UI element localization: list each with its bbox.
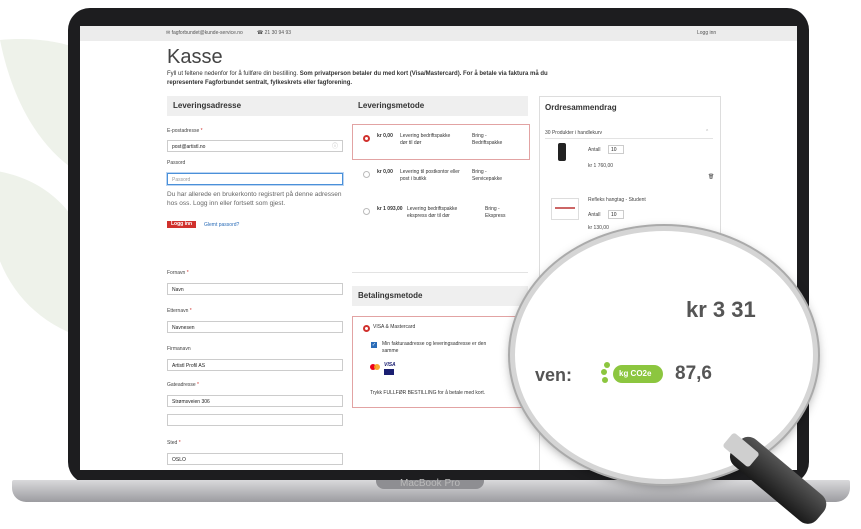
magnified-co2-label: ven: <box>535 365 573 385</box>
shipping-carrier: Bring - Ekspress <box>485 206 506 219</box>
city-value: OSLO <box>172 457 186 463</box>
topbar-email-text: fagforbundet@kunde-service.no <box>171 30 243 36</box>
password-field[interactable]: Passord <box>167 173 343 185</box>
city-label: Sted * <box>167 440 181 446</box>
street-field[interactable]: Strømsveien 306 <box>167 395 343 407</box>
shipping-price: kr 0,00 <box>377 169 393 175</box>
qty-label: Antall <box>588 212 601 218</box>
forgot-password-link[interactable]: Glemt passord? <box>204 222 239 228</box>
payment-method-heading: Betalingsmetode <box>352 286 528 306</box>
lastname-field[interactable]: Navnesen <box>167 321 343 333</box>
street-field-2[interactable] <box>167 414 343 426</box>
company-field[interactable]: Artistl Profil AS <box>167 359 343 371</box>
mastercard-icon <box>370 364 380 371</box>
password-placeholder: Passord <box>172 177 191 183</box>
shipping-desc: Levering bedriftspakke dør til dør <box>400 133 451 146</box>
top-bar: ✉ fagforbundet@kunde-service.no ☎ 21 30 … <box>80 26 797 41</box>
lastname-label-text: Etternavn <box>167 308 189 314</box>
item-price: kr 130,00 <box>588 225 609 231</box>
topbar-login-link[interactable]: Logg inn <box>697 30 716 36</box>
payment-note: Trykk FULLFØR BESTILLING for å betale me… <box>370 390 486 396</box>
shipping-price: kr 0,00 <box>377 133 393 139</box>
trash-icon[interactable]: 🗑 <box>708 174 714 180</box>
company-label: Firmanavn <box>167 346 191 352</box>
company-value: Artistl Profil AS <box>172 363 206 369</box>
password-label: Passord <box>167 160 186 166</box>
radio-unselected[interactable] <box>363 171 370 178</box>
qty-label: Antall <box>588 147 601 153</box>
shipping-price: kr 1 093,00 <box>377 206 403 212</box>
help-icon[interactable]: ⓘ <box>332 141 338 150</box>
street-label-text: Gateadresse <box>167 382 196 388</box>
topbar-phone-text: 21 30 94 93 <box>264 30 292 36</box>
required-marker: * <box>186 270 189 276</box>
qty-input[interactable]: 10 <box>608 210 624 219</box>
email-value: post@artistl.no <box>172 144 206 150</box>
payment-method-label: VISA & Mastercard <box>373 324 416 330</box>
chevron-up-icon[interactable]: ⌃ <box>705 129 709 135</box>
payment-radio-selected[interactable] <box>363 325 370 332</box>
intro-text: Fyll ut feltene nedenfor for å fullføre … <box>167 70 567 88</box>
co2-badge-text: kg CO2e <box>619 369 652 378</box>
qty-input[interactable]: 10 <box>608 145 624 154</box>
page-title: Kasse <box>167 46 223 68</box>
firstname-value: Navn <box>172 287 184 293</box>
intro-plain: Fyll ut feltene nedenfor for å fullføre … <box>167 71 299 77</box>
visa-card-icon <box>384 369 394 375</box>
delivery-method-heading: Leveringsmetode <box>352 96 528 116</box>
required-marker: * <box>197 382 199 388</box>
shipping-desc: Levering til postkontor eller post i but… <box>400 169 460 182</box>
same-address-label: Min fakturaadresse og leveringsadresse e… <box>382 341 487 354</box>
cart-count[interactable]: 30 Produkter i handlekurv <box>545 130 602 136</box>
magnifier-lens: kr 3 31 ven: kg CO2e 87,6 <box>510 226 818 484</box>
product-thumbnail <box>558 143 566 161</box>
device-label: MacBook Pro <box>399 478 461 489</box>
account-hint: Du har allerede en brukerkonto registrer… <box>167 191 342 207</box>
required-marker: * <box>200 128 203 134</box>
radio-unselected[interactable] <box>363 208 370 215</box>
login-button[interactable]: Logg inn <box>167 221 197 228</box>
firstname-label: Fornavn * <box>167 270 189 276</box>
city-label-text: Sted <box>167 440 178 446</box>
shipping-carrier: Bring - Servicepakke <box>472 169 503 182</box>
magnified-co2-value: 87,6 <box>675 363 712 384</box>
required-marker: * <box>189 308 192 314</box>
magnified-total: kr 3 31 <box>686 297 756 322</box>
email-label-text: E-postadresse <box>167 128 200 134</box>
visa-icon: VISA <box>384 362 396 368</box>
topbar-email[interactable]: ✉ fagforbundet@kunde-service.no <box>166 30 243 36</box>
lastname-label: Etternavn * <box>167 308 192 314</box>
shipping-carrier: Bring - Bedriftspakke <box>472 133 503 146</box>
section-divider <box>352 272 528 273</box>
delivery-address-heading: Leveringsadresse <box>167 96 353 116</box>
radio-selected[interactable] <box>363 135 370 142</box>
same-address-checkbox[interactable]: ✓ <box>371 342 377 348</box>
firstname-label-text: Fornavn <box>167 270 186 276</box>
city-field[interactable]: OSLO <box>167 453 343 465</box>
topbar-phone[interactable]: ☎ 21 30 94 93 <box>257 30 291 36</box>
street-label: Gateadresse * <box>167 382 199 388</box>
street-value: Strømsveien 306 <box>172 399 210 405</box>
lastname-value: Navnesen <box>172 325 195 331</box>
firstname-field[interactable]: Navn <box>167 283 343 295</box>
required-marker: * <box>178 440 181 446</box>
product-thumbnail <box>551 198 579 220</box>
shipping-desc: Levering bedriftspakke ekspress dør til … <box>407 206 458 219</box>
order-summary-heading: Ordresammendrag <box>545 103 617 112</box>
item-name: Refleks hangtag - Student <box>588 197 646 203</box>
item-price: kr 1 760,00 <box>588 163 614 169</box>
email-field[interactable]: post@artistl.no <box>167 140 343 152</box>
summary-divider <box>545 138 713 139</box>
email-label: E-postadresse * <box>167 128 203 134</box>
